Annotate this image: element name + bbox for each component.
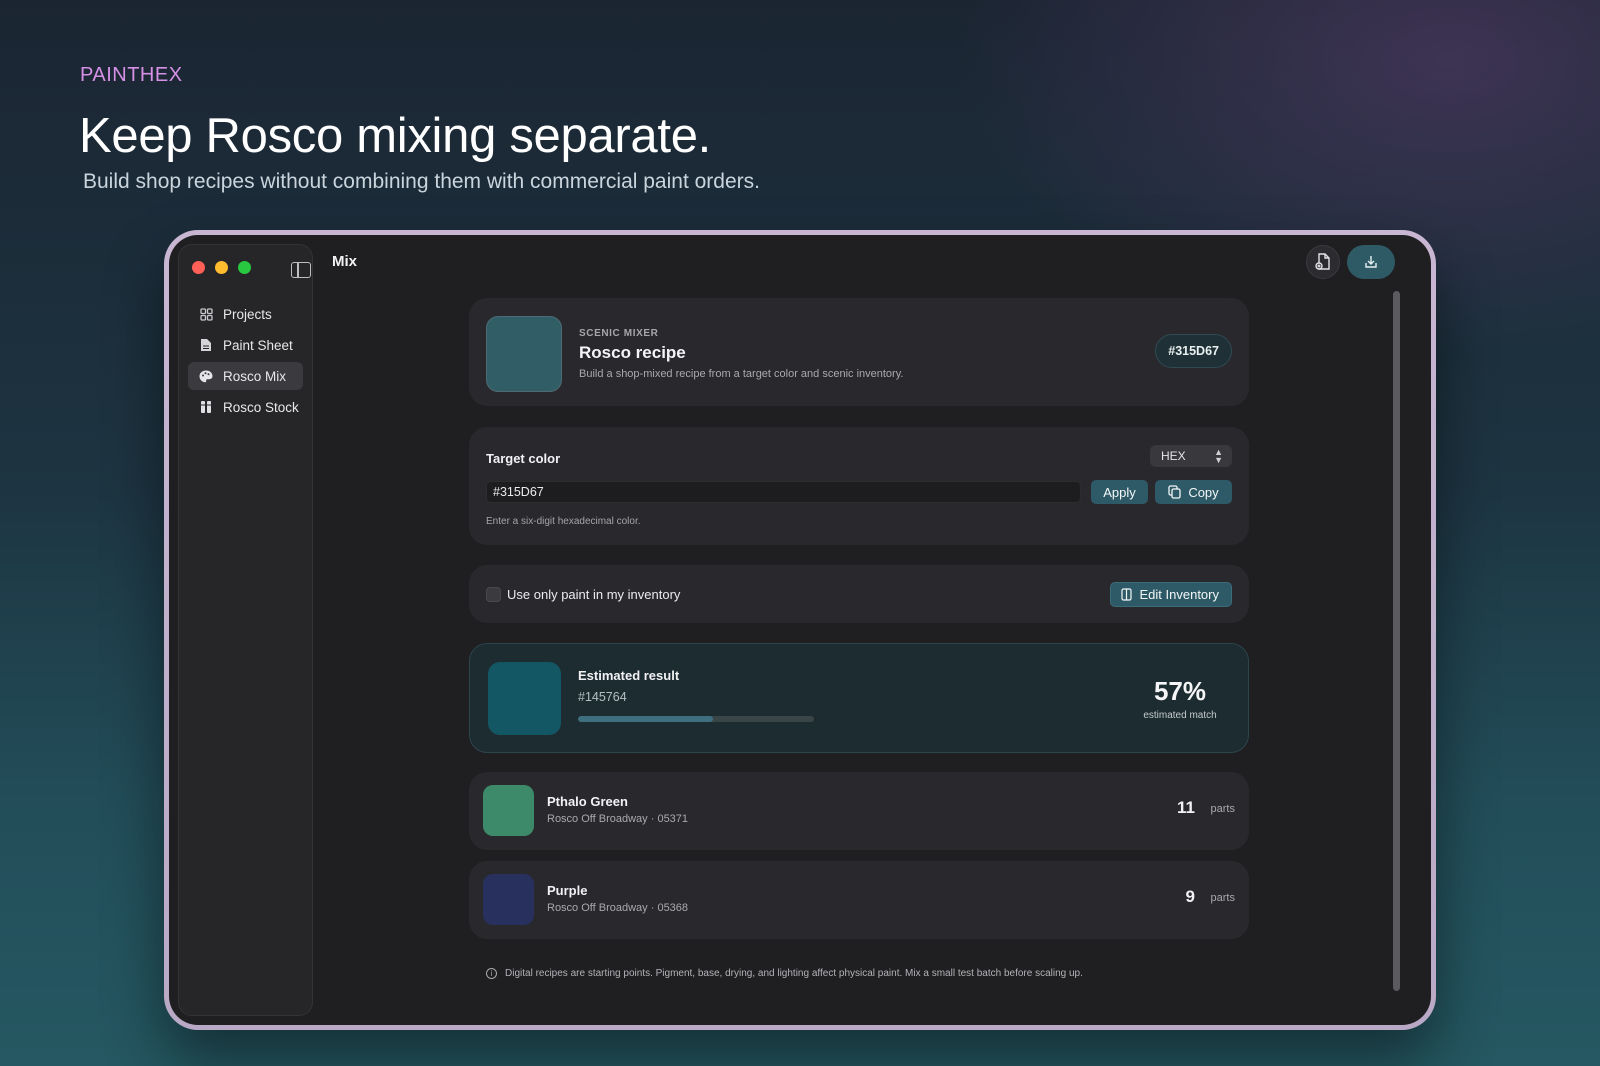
apply-button[interactable]: Apply xyxy=(1091,480,1148,504)
target-color-swatch xyxy=(486,316,562,392)
match-progress-bar xyxy=(578,716,814,722)
sidebar-item-label: Rosco Mix xyxy=(223,368,287,384)
brand-label: PAINTHEX xyxy=(80,64,183,86)
disclaimer-text: Digital recipes are starting points. Pig… xyxy=(505,968,1083,979)
document-export-icon xyxy=(1315,253,1330,270)
copy-button-label: Copy xyxy=(1188,484,1219,500)
paint-name: Purple xyxy=(547,883,588,898)
sidebar-item-label: Projects xyxy=(223,306,272,322)
paint-source: Rosco Off Broadway · 05368 xyxy=(547,902,689,914)
disclaimer: i Digital recipes are starting points. P… xyxy=(486,968,1083,979)
list-item: Purple Rosco Off Broadway · 05368 9 part… xyxy=(469,861,1249,939)
device-frame: Projects Paint Sheet Rosco Mix Rosco Sto… xyxy=(164,230,1436,1030)
page-description: Build a shop-mixed recipe from a target … xyxy=(579,368,904,380)
copy-icon xyxy=(1168,485,1181,499)
hex-input-hint: Enter a six-digit hexadecimal color. xyxy=(486,516,641,527)
target-color-card: Target color HEX ▲▼ Apply Copy Enter a s… xyxy=(469,427,1249,545)
paint-name: Pthalo Green xyxy=(547,794,628,809)
match-progress-fill xyxy=(578,716,713,722)
sidebar-item-rosco-mix[interactable]: Rosco Mix xyxy=(188,362,303,390)
sidebar-toggle-icon[interactable] xyxy=(291,262,311,278)
scrollbar[interactable] xyxy=(1393,291,1400,991)
hex-input[interactable] xyxy=(486,481,1081,503)
sidebar-nav: Projects Paint Sheet Rosco Mix Rosco Sto… xyxy=(188,300,303,424)
app-window: Projects Paint Sheet Rosco Mix Rosco Sto… xyxy=(169,235,1431,1025)
sidebar-item-projects[interactable]: Projects xyxy=(188,300,303,328)
edit-inventory-label: Edit Inventory xyxy=(1139,587,1220,602)
copy-button[interactable]: Copy xyxy=(1155,480,1232,504)
target-color-label: Target color xyxy=(486,451,561,466)
close-window-button[interactable] xyxy=(192,261,205,274)
export-pdf-button[interactable] xyxy=(1306,245,1340,279)
chevron-up-down-icon: ▲ ▼ xyxy=(1214,447,1223,465)
sidebar-item-label: Paint Sheet xyxy=(223,337,293,353)
paint-swatch xyxy=(483,874,534,925)
minimize-window-button[interactable] xyxy=(215,261,228,274)
document-icon xyxy=(199,338,213,352)
window-title: Mix xyxy=(332,253,358,270)
sidebar: Projects Paint Sheet Rosco Mix Rosco Sto… xyxy=(178,244,313,1016)
result-color-swatch xyxy=(488,662,561,735)
color-format-value: HEX xyxy=(1161,449,1186,463)
zoom-window-button[interactable] xyxy=(238,261,251,274)
recipe-header-card: SCENIC MIXER Rosco recipe Build a shop-m… xyxy=(469,298,1249,406)
edit-inventory-button[interactable]: Edit Inventory xyxy=(1109,582,1232,607)
page-title: Rosco recipe xyxy=(579,343,686,362)
match-label: estimated match xyxy=(1143,710,1217,721)
paint-parts: 9 xyxy=(1185,887,1195,906)
hero-headline: Keep Rosco mixing separate. xyxy=(79,109,711,163)
color-format-select[interactable]: HEX ▲ ▼ xyxy=(1150,445,1232,467)
paint-parts: 11 xyxy=(1177,798,1195,817)
sidebar-item-label: Rosco Stock xyxy=(223,399,299,415)
eyebrow-label: SCENIC MIXER xyxy=(579,328,659,339)
grid-icon xyxy=(199,307,213,321)
paint-source: Rosco Off Broadway · 05371 xyxy=(547,813,689,825)
result-hex: #145764 xyxy=(578,690,627,704)
inventory-only-checkbox[interactable] xyxy=(486,587,501,602)
parts-unit: parts xyxy=(1210,803,1235,815)
match-percent: 57% xyxy=(1153,676,1207,706)
scrollbar-thumb[interactable] xyxy=(1393,291,1400,991)
palette-icon xyxy=(199,369,213,383)
estimated-result-card: Estimated result #145764 57% estimated m… xyxy=(469,643,1249,753)
save-button[interactable] xyxy=(1347,245,1395,279)
hero-subline: Build shop recipes without combining the… xyxy=(83,170,760,193)
parts-unit: parts xyxy=(1210,892,1235,904)
download-icon xyxy=(1365,256,1377,268)
sidebar-item-paint-sheet[interactable]: Paint Sheet xyxy=(188,331,303,359)
info-icon: i xyxy=(486,968,497,979)
result-title: Estimated result xyxy=(578,668,680,683)
sidebar-item-rosco-stock[interactable]: Rosco Stock xyxy=(188,393,303,421)
inventory-card: Use only paint in my inventory Edit Inve… xyxy=(469,565,1249,623)
target-hex-badge: #315D67 xyxy=(1155,334,1232,368)
list-item: Pthalo Green Rosco Off Broadway · 05371 … xyxy=(469,772,1249,850)
paint-swatch xyxy=(483,785,534,836)
paint-cans-icon xyxy=(1120,588,1132,601)
window-controls xyxy=(192,261,251,274)
inventory-only-label[interactable]: Use only paint in my inventory xyxy=(507,587,680,602)
paint-cans-icon xyxy=(199,400,213,414)
